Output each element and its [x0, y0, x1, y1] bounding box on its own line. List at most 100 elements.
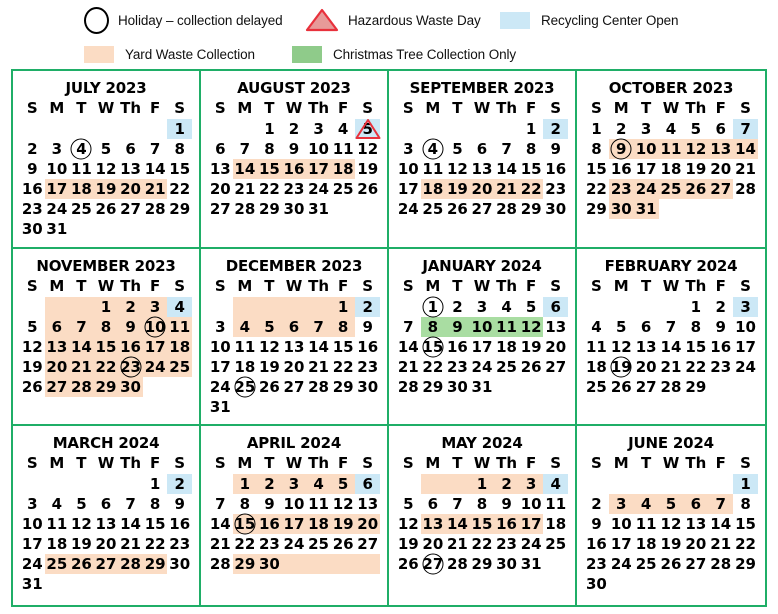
day-cell[interactable]: 1 [331, 297, 356, 317]
day-cell[interactable]: 16 [167, 514, 192, 534]
day-cell[interactable]: 16 [20, 179, 45, 199]
day-cell[interactable]: 1 [94, 297, 119, 317]
day-cell[interactable]: 4 [421, 138, 446, 160]
day-cell[interactable]: 21 [396, 357, 421, 377]
day-cell[interactable]: 18 [584, 357, 609, 377]
day-cell[interactable]: 7 [118, 494, 143, 514]
day-cell[interactable]: 30 [355, 377, 380, 397]
day-cell[interactable]: 9 [355, 317, 380, 337]
day-cell[interactable]: 11 [69, 159, 94, 179]
day-cell[interactable]: 11 [634, 514, 659, 534]
day-cell[interactable]: 24 [470, 357, 495, 377]
day-cell[interactable]: 2 [445, 297, 470, 317]
day-cell[interactable]: 5 [396, 494, 421, 514]
day-cell[interactable]: 9 [257, 494, 282, 514]
day-cell[interactable]: 4 [233, 317, 258, 337]
day-cell[interactable]: 5 [257, 317, 282, 337]
day-cell[interactable]: 7 [659, 317, 684, 337]
day-cell[interactable]: 13 [634, 337, 659, 357]
day-cell[interactable]: 4 [69, 138, 94, 160]
day-cell[interactable]: 17 [282, 514, 307, 534]
day-cell[interactable]: 27 [208, 199, 233, 219]
day-cell[interactable]: 15 [143, 514, 168, 534]
day-cell[interactable]: 10 [282, 494, 307, 514]
day-cell[interactable]: 22 [257, 179, 282, 199]
day-cell[interactable]: 2 [257, 474, 282, 494]
day-cell[interactable]: 1 [257, 119, 282, 139]
day-cell[interactable]: 7 [69, 317, 94, 337]
day-cell[interactable]: 8 [470, 494, 495, 514]
day-cell[interactable]: 26 [257, 377, 282, 397]
day-cell[interactable]: 17 [733, 337, 758, 357]
day-cell[interactable]: 7 [445, 494, 470, 514]
day-cell[interactable]: 17 [45, 179, 70, 199]
day-cell[interactable]: 31 [634, 199, 659, 219]
day-cell[interactable]: 31 [208, 397, 233, 417]
day-cell[interactable]: 10 [208, 337, 233, 357]
day-cell[interactable]: 9 [494, 494, 519, 514]
day-cell[interactable]: 16 [609, 159, 634, 179]
day-cell[interactable]: 19 [659, 534, 684, 554]
day-cell[interactable]: 4 [659, 119, 684, 139]
day-cell[interactable]: 8 [683, 317, 708, 337]
day-cell[interactable]: 29 [470, 554, 495, 574]
day-cell[interactable]: 10 [45, 159, 70, 179]
day-cell[interactable]: 24 [306, 179, 331, 199]
day-cell[interactable]: 27 [708, 179, 733, 199]
day-cell[interactable]: 26 [683, 179, 708, 199]
day-cell[interactable]: 5 [659, 494, 684, 514]
day-cell[interactable]: 31 [519, 554, 544, 574]
day-cell[interactable]: 20 [543, 337, 568, 357]
day-cell[interactable]: 23 [708, 357, 733, 377]
day-cell[interactable]: 8 [167, 139, 192, 159]
day-cell[interactable]: 12 [331, 494, 356, 514]
day-cell[interactable]: 14 [208, 514, 233, 534]
day-cell[interactable]: 19 [519, 337, 544, 357]
day-cell[interactable]: 11 [306, 494, 331, 514]
day-cell[interactable]: 30 [543, 199, 568, 219]
day-cell[interactable]: 24 [45, 199, 70, 219]
day-cell[interactable]: 16 [494, 514, 519, 534]
day-cell[interactable]: 9 [20, 159, 45, 179]
day-cell[interactable]: 25 [584, 377, 609, 397]
day-cell[interactable]: 26 [396, 554, 421, 574]
day-cell[interactable]: 12 [396, 514, 421, 534]
day-cell[interactable]: 1 [584, 119, 609, 139]
day-cell[interactable]: 17 [208, 357, 233, 377]
day-cell[interactable]: 7 [396, 317, 421, 337]
day-cell[interactable]: 26 [519, 357, 544, 377]
day-cell[interactable]: 26 [331, 534, 356, 554]
day-cell[interactable]: 9 [118, 317, 143, 337]
day-cell[interactable]: 26 [445, 199, 470, 219]
day-cell[interactable]: 13 [94, 514, 119, 534]
day-cell[interactable]: 16 [282, 159, 307, 179]
day-cell[interactable]: 15 [733, 514, 758, 534]
day-cell[interactable]: 23 [257, 534, 282, 554]
day-cell[interactable]: 21 [659, 357, 684, 377]
day-cell[interactable]: 29 [94, 377, 119, 397]
day-cell[interactable]: 2 [543, 119, 568, 139]
day-cell[interactable]: 24 [282, 534, 307, 554]
day-cell[interactable]: 8 [733, 494, 758, 514]
day-cell[interactable]: 4 [494, 297, 519, 317]
day-cell[interactable]: 9 [609, 138, 634, 160]
day-cell[interactable]: 7 [733, 119, 758, 139]
day-cell[interactable]: 2 [282, 119, 307, 139]
day-cell[interactable]: 6 [634, 317, 659, 337]
day-cell[interactable]: 28 [396, 377, 421, 397]
day-cell[interactable]: 11 [494, 317, 519, 337]
day-cell[interactable]: 22 [233, 534, 258, 554]
day-cell[interactable]: 2 [20, 139, 45, 159]
day-cell[interactable]: 20 [421, 534, 446, 554]
day-cell[interactable]: 14 [118, 514, 143, 534]
day-cell[interactable]: 27 [634, 377, 659, 397]
day-cell[interactable]: 7 [708, 494, 733, 514]
day-cell[interactable]: 30 [118, 377, 143, 397]
day-cell[interactable]: 22 [167, 179, 192, 199]
day-cell[interactable]: 12 [20, 337, 45, 357]
day-cell[interactable]: 24 [519, 534, 544, 554]
day-cell[interactable]: 8 [421, 317, 446, 337]
day-cell[interactable]: 6 [708, 119, 733, 139]
day-cell[interactable]: 21 [445, 534, 470, 554]
day-cell[interactable]: 14 [733, 139, 758, 159]
